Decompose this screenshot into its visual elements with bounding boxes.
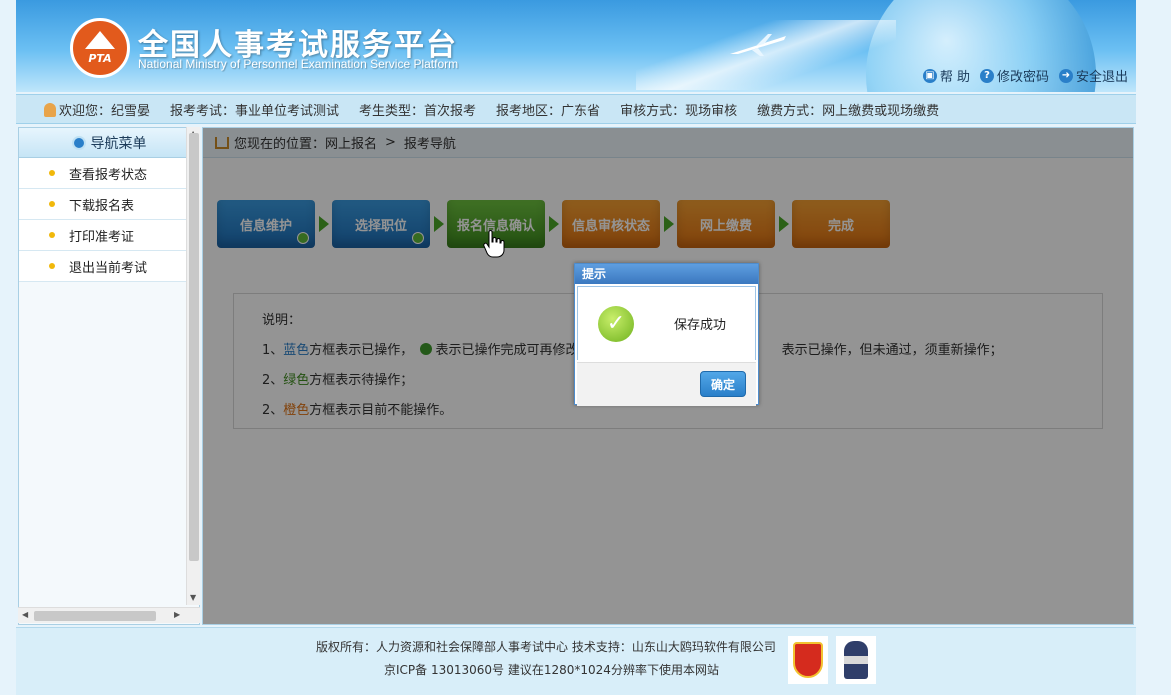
dialog-title: 提示 bbox=[575, 264, 758, 284]
scroll-down-icon[interactable]: ▼ bbox=[190, 593, 196, 602]
airplane-icon bbox=[730, 34, 786, 56]
lock-icon: ▣ bbox=[922, 68, 937, 83]
sidebar-item-view-status[interactable]: 查看报考状态 bbox=[19, 158, 199, 189]
payment-method-text: 缴费方式：网上缴费或现场缴费 bbox=[757, 103, 940, 119]
logout-link[interactable]: ➜ 安全退出 bbox=[1058, 66, 1128, 85]
sidebar-item-print-ticket[interactable]: 打印准考证 bbox=[19, 220, 199, 251]
site-footer: 版权所有：人力资源和社会保障部人事考试中心 技术支持：山东山大鸥玛软件有限公司 … bbox=[16, 627, 1136, 695]
help-link[interactable]: ▣ 帮 助 bbox=[922, 66, 970, 85]
sidebar-item-label: 退出当前考试 bbox=[69, 260, 148, 276]
bullet-icon bbox=[49, 263, 55, 269]
sidebar-vertical-scrollbar[interactable]: ▲ ▼ bbox=[186, 127, 200, 605]
bullet-icon bbox=[49, 170, 55, 176]
cyber-police-icon[interactable] bbox=[836, 636, 876, 684]
sidebar-item-download-form[interactable]: 下载报名表 bbox=[19, 189, 199, 220]
sidebar-item-label: 打印准考证 bbox=[69, 229, 135, 245]
help-label: 帮 助 bbox=[939, 70, 970, 85]
exam-text: 报考考试：事业单位考试测试 bbox=[170, 103, 340, 119]
sidebar-item-label: 下载报名表 bbox=[69, 198, 135, 214]
change-password-link[interactable]: ? 修改密码 bbox=[979, 66, 1049, 85]
alert-dialog: 提示 ✓ 保存成功 确定 bbox=[574, 263, 759, 406]
ok-button[interactable]: 确定 bbox=[700, 371, 746, 397]
question-icon: ? bbox=[979, 68, 994, 83]
hand-cursor-icon bbox=[483, 230, 505, 258]
sidebar-title: 导航菜单 bbox=[19, 128, 199, 158]
pta-logo: PTA bbox=[70, 18, 130, 78]
sidebar-title-label: 导航菜单 bbox=[90, 135, 147, 152]
dialog-footer: 确定 bbox=[577, 362, 756, 406]
sidebar-item-exit-exam[interactable]: 退出当前考试 bbox=[19, 251, 199, 282]
scroll-thumb[interactable] bbox=[34, 611, 156, 621]
site-subtitle: National Ministry of Personnel Examinati… bbox=[138, 57, 459, 71]
success-check-icon: ✓ bbox=[598, 305, 634, 342]
scroll-left-icon[interactable]: ◀ bbox=[22, 610, 28, 619]
dialog-body: ✓ 保存成功 bbox=[577, 286, 756, 360]
dialog-message: 保存成功 bbox=[674, 318, 727, 333]
review-method-text: 审核方式：现场审核 bbox=[620, 103, 738, 119]
logout-label: 安全退出 bbox=[1075, 70, 1128, 85]
scroll-right-icon[interactable]: ▶ bbox=[174, 610, 180, 619]
user-info-bar: 欢迎您：纪雪晏 报考考试：事业单位考试测试 考生类型：首次报考 报考地区：广东省… bbox=[16, 94, 1136, 124]
footer-icp: 京ICP备 13013060号 建议在1280*1024分辨率下使用本网站 bbox=[384, 663, 719, 677]
bullet-icon bbox=[49, 232, 55, 238]
logout-icon: ➜ bbox=[1058, 68, 1073, 83]
sidebar-horizontal-scrollbar[interactable]: ◀ ▶ bbox=[18, 607, 200, 623]
site-header: PTA 全国人事考试服务平台 National Ministry of Pers… bbox=[16, 0, 1136, 92]
footer-copyright: 版权所有：人力资源和社会保障部人事考试中心 技术支持：山东山大鸥玛软件有限公司 bbox=[316, 640, 776, 654]
candidate-type-text: 考生类型：首次报考 bbox=[359, 103, 477, 119]
top-links: ▣ 帮 助 ? 修改密码 ➜ 安全退出 bbox=[922, 66, 1128, 85]
region-text: 报考地区：广东省 bbox=[496, 103, 601, 119]
logo-text: PTA bbox=[88, 51, 112, 65]
bullet-icon bbox=[49, 201, 55, 207]
change-password-label: 修改密码 bbox=[996, 70, 1049, 85]
user-icon bbox=[44, 102, 56, 117]
police-badge-icon[interactable] bbox=[788, 636, 828, 684]
sidebar: 导航菜单 查看报考状态 下载报名表 打印准考证 退出当前考试 bbox=[18, 127, 200, 625]
scroll-thumb[interactable] bbox=[189, 133, 199, 561]
welcome-text: 欢迎您：纪雪晏 bbox=[44, 100, 150, 119]
menu-icon bbox=[71, 135, 86, 150]
sidebar-item-label: 查看报考状态 bbox=[69, 167, 148, 183]
